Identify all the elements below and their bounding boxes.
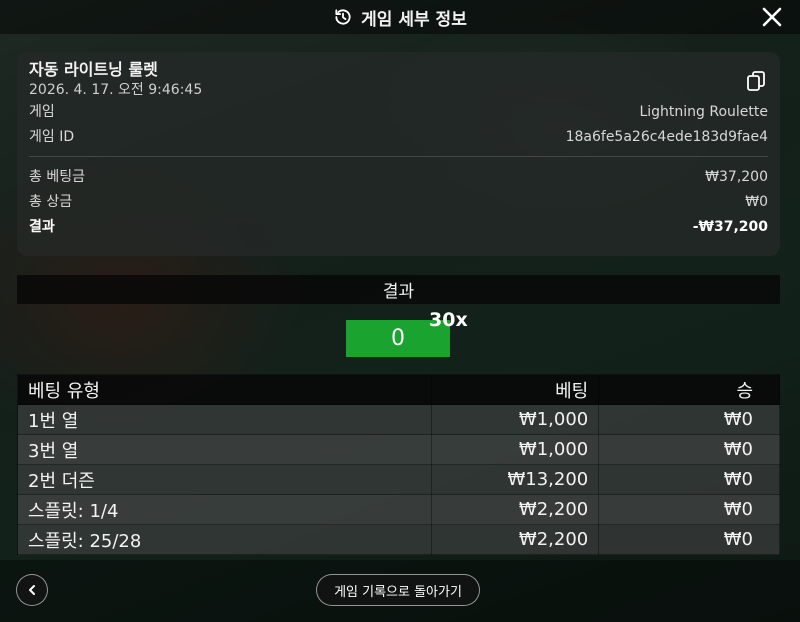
win-amount-cell: ₩0 xyxy=(598,404,780,435)
game-summary-card: 자동 라이트닝 룰렛 2026. 4. 17. 오전 9:46:45 게임 Li… xyxy=(17,52,780,256)
total-bet-label: 총 베팅금 xyxy=(29,169,85,185)
footer: 게임 기록으로 돌아가기 xyxy=(0,560,800,622)
table-row: 1번 열 ₩1,000 ₩0 xyxy=(16,404,780,435)
result-label: 결과 xyxy=(29,219,55,235)
result-row: 결과 -₩37,200 xyxy=(29,215,768,240)
header: 게임 세부 정보 xyxy=(0,0,800,34)
table-row: 스플릿: 1/4 ₩2,200 ₩0 xyxy=(16,494,780,525)
game-id-row: 게임 ID 18a6fe5a26c4ede183d9fae4 xyxy=(29,125,768,150)
back-button[interactable] xyxy=(16,574,48,606)
game-id-label: 게임 ID xyxy=(29,129,75,145)
table-row: 2번 더즌 ₩13,200 ₩0 xyxy=(16,464,780,495)
total-win-value: ₩0 xyxy=(745,194,768,210)
chevron-left-icon xyxy=(29,585,35,595)
bet-amount-cell: ₩1,000 xyxy=(431,404,600,435)
bet-type-cell: 스플릿: 25/28 xyxy=(16,524,433,555)
close-button[interactable] xyxy=(760,5,784,29)
history-icon xyxy=(333,7,353,27)
summary-divider xyxy=(29,156,768,157)
bet-type-cell: 2번 더즌 xyxy=(16,464,433,495)
table-row: 스플릿: 25/28 ₩2,200 ₩0 xyxy=(16,524,780,555)
total-win-row: 총 상금 ₩0 xyxy=(29,190,768,215)
bet-type-cell: 3번 열 xyxy=(16,434,433,465)
game-title: 자동 라이트닝 룰렛 xyxy=(29,60,158,79)
win-amount-cell: ₩0 xyxy=(598,524,780,555)
game-row: 게임 Lightning Roulette xyxy=(29,100,768,125)
win-amount-cell: ₩0 xyxy=(598,464,780,495)
close-icon xyxy=(762,7,782,27)
win-amount-cell: ₩0 xyxy=(598,434,780,465)
header-win: 승 xyxy=(598,374,780,405)
bet-amount-cell: ₩2,200 xyxy=(431,524,600,555)
game-datetime: 2026. 4. 17. 오전 9:46:45 xyxy=(29,82,203,98)
bet-type-cell: 스플릿: 1/4 xyxy=(16,494,433,525)
copy-icon[interactable] xyxy=(746,70,766,92)
summary-top: 자동 라이트닝 룰렛 2026. 4. 17. 오전 9:46:45 xyxy=(29,60,768,100)
win-amount-cell: ₩0 xyxy=(598,494,780,525)
game-value: Lightning Roulette xyxy=(639,104,768,120)
game-id-value: 18a6fe5a26c4ede183d9fae4 xyxy=(565,129,768,145)
total-win-label: 총 상금 xyxy=(29,194,73,210)
total-bet-row: 총 베팅금 ₩37,200 xyxy=(29,165,768,190)
game-label: 게임 xyxy=(29,104,55,120)
back-to-history-button[interactable]: 게임 기록으로 돌아가기 xyxy=(316,574,480,606)
bets-table: 베팅 유형 베팅 승 1번 열 ₩1,000 ₩0 3번 열 ₩1,000 ₩0… xyxy=(16,374,780,555)
header-title-group: 게임 세부 정보 xyxy=(333,5,467,30)
lightning-multiplier: 30x xyxy=(429,309,468,331)
bet-amount-cell: ₩13,200 xyxy=(431,464,600,495)
header-bet: 베팅 xyxy=(431,374,600,405)
table-row: 3번 열 ₩1,000 ₩0 xyxy=(16,434,780,465)
total-bet-value: ₩37,200 xyxy=(705,169,768,185)
bet-type-cell: 1번 열 xyxy=(16,404,433,435)
result-value: -₩37,200 xyxy=(692,219,768,235)
result-heading: 결과 xyxy=(17,275,780,304)
table-header-row: 베팅 유형 베팅 승 xyxy=(16,374,780,405)
bet-amount-cell: ₩2,200 xyxy=(431,494,600,525)
page-title: 게임 세부 정보 xyxy=(361,9,467,30)
bet-amount-cell: ₩1,000 xyxy=(431,434,600,465)
header-bet-type: 베팅 유형 xyxy=(16,374,433,405)
